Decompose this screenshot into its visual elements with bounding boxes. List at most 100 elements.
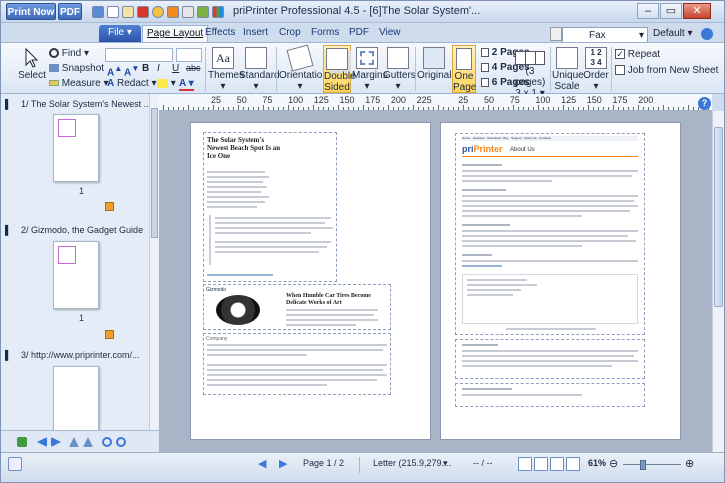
thumbnail-title[interactable]: 1/ The Solar System's Newest ... [21,99,151,109]
italic-button[interactable]: I [157,63,160,74]
tab-pdf[interactable]: PDF [345,25,373,42]
prev-page-button[interactable]: ◀ [258,457,266,470]
section-heading-line [462,189,506,191]
view-mode-icon[interactable] [550,457,564,471]
highlight-color-button[interactable]: ▾ [157,78,176,89]
close-button[interactable]: ✕ [683,3,711,19]
arrow-right-icon[interactable] [51,437,61,447]
original-button[interactable]: Original [417,45,451,93]
new-document-icon[interactable] [107,6,119,18]
strikethrough-button[interactable]: abc [186,63,201,73]
one-page-button[interactable]: One Page [452,45,476,93]
margins-button[interactable]: Margins ▾ [352,45,388,93]
custom-layout-button[interactable]: (3 pages)3 x 1 ▾ [513,45,547,99]
ruler-tick [368,107,369,110]
ruler-tick [663,105,664,110]
tab-insert[interactable]: Insert [239,25,272,42]
double-sided-button[interactable]: Double Sided [323,45,356,93]
thumbnail-page[interactable] [53,241,99,309]
view-mode-icon[interactable] [566,457,580,471]
collapse-icon[interactable]: ▌ [5,225,11,235]
themes-button[interactable]: Aa Themes ▾ [208,45,244,93]
thumbnail-check-icon[interactable] [105,202,114,211]
ruler-tick [488,105,489,110]
collapse-icon[interactable]: ▌ [5,350,11,360]
collapse-icon[interactable]: ▌ [5,99,11,109]
orientation-button[interactable]: Orientation ▾ [279,44,328,93]
minimize-button[interactable]: – [637,3,659,19]
zoom-slider-track[interactable] [623,464,681,465]
open-folder-icon[interactable] [122,6,134,18]
font-size-select[interactable] [176,48,202,62]
image-icon[interactable] [197,6,209,18]
thumbnail-page[interactable] [53,366,99,430]
find-button[interactable]: Find ▾ [49,48,89,59]
help-globe-icon[interactable] [701,28,713,40]
thumbnail-scrollbar[interactable] [149,94,159,430]
bold-button[interactable]: B [142,63,149,74]
move-down-icon[interactable] [83,437,93,447]
zoom-out-icon[interactable] [116,437,126,447]
preview-scrollbar[interactable] [712,111,724,452]
tab-view[interactable]: View [375,25,405,42]
zoom-in-button[interactable]: ⊕ [685,457,694,470]
grow-font-button[interactable]: A▲ [107,63,122,78]
underline-button[interactable]: U [172,63,179,74]
pdf-export-icon[interactable] [137,6,149,18]
tab-crop[interactable]: Crop [275,25,305,42]
tab-page-layout[interactable]: Page Layout [142,25,209,42]
thumbnail-check-icon[interactable] [105,330,114,339]
pdf-button[interactable]: PDF [58,3,82,20]
ruler-tick [278,107,279,110]
next-page-button[interactable]: ▶ [279,457,287,470]
order-button[interactable]: 1 23 4 Order ▾ [583,45,609,93]
paper-size-dropdown[interactable]: ▾ [443,458,448,469]
print-now-button[interactable]: Print Now [6,3,56,20]
maximize-button[interactable]: ▭ [660,3,682,19]
gutters-button[interactable]: Gutters ▾ [383,45,416,93]
shrink-font-button[interactable]: A▼ [124,63,139,78]
font-family-select[interactable] [105,48,173,62]
zoom-in-icon[interactable] [102,437,112,447]
layout-icon[interactable] [8,457,22,471]
preview-page-right[interactable]: Home · Features · Download · Buy · Suppo… [440,122,681,440]
font-color-button[interactable]: A ▾ [179,78,194,91]
undo-icon[interactable] [92,6,104,18]
zoom-out-button[interactable]: ⊖ [609,457,618,470]
text-line [286,319,378,321]
standard-button[interactable]: Standard ▾ [239,45,280,93]
preview-page-left[interactable]: The Solar System's Newest Beach Spot Is … [190,122,431,440]
tab-file[interactable]: File ▾ [99,25,141,42]
smiley-icon[interactable] [152,6,164,18]
ruler-tick [633,107,634,110]
profile-select[interactable]: Default ▾ [653,28,693,39]
arrow-left-icon[interactable] [37,437,47,447]
scrollbar-thumb[interactable] [714,127,723,307]
move-up-icon[interactable] [69,437,79,447]
double-sided-icon [326,48,348,70]
help-icon[interactable]: ? [698,97,711,110]
repeat-checkbox[interactable]: ✓ Repeat [615,49,660,60]
refresh-icon[interactable] [17,437,27,447]
text-line [207,176,269,178]
snapshot-button[interactable]: Snapshot [49,63,104,74]
thumbnail-title[interactable]: 3/ http://www.priprinter.com/... [21,350,140,360]
thumbnail-title[interactable]: 2/ Gizmodo, the Gadget Guide [21,225,143,235]
scrollbar-thumb[interactable] [151,108,158,238]
job-from-new-sheet-checkbox[interactable]: Job from New Sheet [615,65,718,76]
unique-scale-button[interactable]: Unique Scale ▾ [552,45,584,103]
tab-forms[interactable]: Forms [307,25,343,42]
copy-icon[interactable] [182,6,194,18]
select-button[interactable]: Select [17,45,47,93]
tab-effects[interactable]: Effects [201,25,239,42]
view-mode-icon[interactable] [518,457,532,471]
measure-button[interactable]: Measure ▾ [49,78,109,89]
ruler-tick [613,105,614,110]
settings-icon[interactable] [167,6,179,18]
color-grid-icon[interactable] [212,6,224,18]
thumbnail-page[interactable] [53,114,99,182]
ruler-tick [443,107,444,110]
redact-button[interactable]: A Redact ▾ [107,78,157,89]
view-mode-icon[interactable] [534,457,548,471]
zoom-slider-thumb[interactable] [640,460,646,470]
